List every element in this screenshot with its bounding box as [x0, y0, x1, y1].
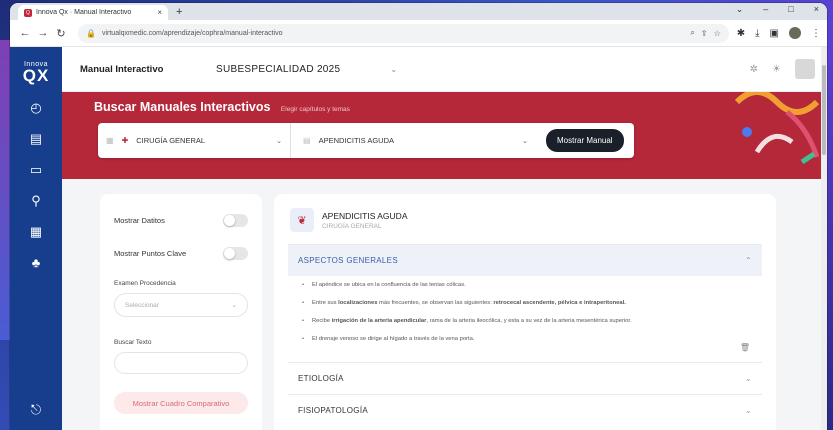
site-info-icon[interactable]: 🔒 [86, 29, 96, 38]
show-key-points-toggle[interactable] [223, 247, 248, 260]
profile-avatar[interactable] [789, 27, 801, 39]
section-header-general[interactable]: ASPECTOS GENERALES ⌃ [288, 245, 762, 276]
banner-decoration [734, 92, 820, 165]
header-actions: ✲ ☀ [750, 59, 815, 79]
address-bar: ← → ↻ 🔒 virtualqxmedic.com/aprendizaje/c… [10, 20, 827, 47]
section-general: ASPECTOS GENERALES ⌃ El apéndice se ubic… [288, 244, 762, 362]
user-avatar[interactable] [795, 59, 815, 79]
bookmark-star-icon[interactable]: ☆ [714, 29, 721, 38]
new-tab-button[interactable]: + [176, 5, 182, 20]
specialty-value: CIRUGÍA GENERAL [136, 136, 206, 145]
url-field[interactable]: 🔒 virtualqxmedic.com/aprendizaje/cophra/… [78, 23, 729, 43]
logout-icon[interactable]: ⎋ [31, 402, 41, 418]
compare-table-button[interactable]: Mostrar Cuadro Comparativo [114, 392, 248, 414]
search-banner: Buscar Manuales Interactivos Elegir capí… [62, 92, 827, 179]
monitor-icon[interactable]: ▭ [30, 162, 42, 179]
manual-header: ❦ APENDICITIS AGUDA CIRUGÍA GENERAL [290, 208, 762, 232]
section-title: ASPECTOS GENERALES [298, 256, 398, 265]
window-controls: ⌄ – □ × [736, 4, 819, 15]
zoom-icon[interactable]: ⌕ [690, 28, 694, 38]
book-icon[interactable]: ▤ [30, 131, 42, 148]
show-data-toggle[interactable] [223, 214, 248, 227]
show-key-points-label: Mostrar Puntos Clave [114, 249, 187, 258]
list-item: Entre sus localizaciones más frecuentes,… [302, 300, 748, 307]
dashboard-icon[interactable]: ◴ [30, 100, 41, 117]
share-icon[interactable]: ⇪ [701, 29, 708, 38]
settings-icon[interactable]: ✲ [750, 64, 758, 75]
page-scrollbar[interactable] [821, 47, 827, 430]
app-container: Innova QX ◴ ▤ ▭ ⚲ ▦ ♣ ⎋ Manual Interacti… [10, 47, 827, 430]
manual-title: APENDICITIS AGUDA [322, 210, 408, 221]
url-text: virtualqxmedic.com/aprendizaje/cophra/ma… [101, 29, 283, 37]
show-data-label: Mostrar Datitos [114, 216, 165, 225]
list-icon: ▤ [303, 136, 311, 145]
list-item: Recibe irrigación de la arteria apendicu… [302, 318, 748, 325]
theme-sun-icon[interactable]: ☀ [772, 64, 781, 75]
topic-select[interactable]: ▤ APENDICITIS AGUDA ⌄ [291, 123, 536, 158]
section-etiology: ETIOLOGÍA ⌄ [288, 361, 762, 394]
manual-panel: ❦ APENDICITIS AGUDA CIRUGÍA GENERAL ASPE… [274, 194, 776, 430]
browser-window: Q Innova Qx · Manual Interactivo × + ⌄ –… [10, 3, 827, 430]
chevron-down-icon: ⌄ [744, 405, 752, 415]
exam-select[interactable]: Seleccionar ⌄ [114, 293, 248, 317]
manual-selector: ▦ ✚ CIRUGÍA GENERAL ⌄ ▤ APENDICITIS AGUD… [98, 123, 634, 158]
forward-icon[interactable]: → [34, 27, 52, 39]
manual-subtitle: CIRUGÍA GENERAL [322, 222, 382, 230]
download-icon[interactable]: ⤓ [755, 28, 759, 39]
search-label: Buscar Texto [114, 339, 152, 346]
main-area: Manual Interactivo SUBESPECIALIDAD 2025 … [62, 47, 827, 430]
program-label: SUBESPECIALIDAD 2025 [216, 63, 341, 75]
section-physiopathology: FISIOPATOLOGÍA ⌄ [288, 393, 762, 426]
section-title: ETIOLOGÍA [298, 373, 344, 383]
program-dropdown-icon[interactable]: ⌄ [390, 65, 397, 74]
extensions-icon[interactable]: ✱ [737, 28, 745, 39]
search-input[interactable] [114, 352, 248, 374]
sidepanel-icon[interactable]: ▣ [770, 28, 779, 39]
toolbar-icons: ✱ ⤓ ▣ ⋮ [737, 27, 821, 39]
section-title: FISIOPATOLOGÍA [298, 405, 368, 415]
tab-strip: Q Innova Qx · Manual Interactivo × + ⌄ –… [10, 3, 827, 20]
topic-value: APENDICITIS AGUDA [318, 136, 394, 145]
favicon-icon: Q [24, 8, 32, 17]
filters-panel: Mostrar Datitos Mostrar Puntos Clave Exa… [100, 194, 262, 430]
page-title: Manual Interactivo [80, 63, 164, 75]
logo[interactable]: QX [23, 66, 50, 86]
exam-label: Examen Procedencia [114, 280, 176, 287]
chevron-down-icon: ⌄ [231, 302, 237, 309]
section-body: El apéndice se ubica en la confluencia d… [288, 276, 762, 362]
app-header: Manual Interactivo SUBESPECIALIDAD 2025 … [62, 47, 827, 92]
specialty-select[interactable]: ▦ ✚ CIRUGÍA GENERAL ⌄ [106, 123, 291, 158]
organ-icon: ❦ [290, 208, 314, 232]
tab-title: Innova Qx · Manual Interactivo [36, 9, 132, 16]
left-sidebar: Innova QX ◴ ▤ ▭ ⚲ ▦ ♣ ⎋ [10, 47, 62, 430]
calendar-icon: ▦ [106, 136, 114, 145]
back-icon[interactable]: ← [16, 27, 34, 39]
content-area: Mostrar Datitos Mostrar Puntos Clave Exa… [62, 191, 827, 430]
show-manual-button[interactable]: Mostrar Manual [546, 129, 624, 152]
chevron-down-icon: ⌄ [276, 137, 282, 145]
list-item: El drenaje venoso se dirige al hígado a … [302, 336, 748, 343]
list-item: El apéndice se ubica en la confluencia d… [302, 282, 748, 289]
maximize-button[interactable]: □ [788, 4, 793, 15]
minimize-button[interactable]: – [763, 4, 768, 15]
hierarchy-icon[interactable]: ♣ [32, 255, 41, 272]
banner-title: Buscar Manuales Interactivos [94, 100, 271, 114]
section-header-physiopathology[interactable]: FISIOPATOLOGÍA ⌄ [288, 395, 762, 426]
section-header-etiology[interactable]: ETIOLOGÍA ⌄ [288, 363, 762, 394]
tab-search-icon[interactable]: ⌄ [736, 4, 744, 15]
grid-icon[interactable]: ▦ [30, 224, 42, 241]
chevron-down-icon: ⌄ [744, 373, 752, 383]
pin-icon[interactable]: ⚲ [31, 193, 41, 210]
chevron-up-icon: ⌃ [744, 256, 752, 265]
banner-hint: Elegir capítulos y temas [280, 106, 350, 113]
close-tab-icon[interactable]: × [157, 8, 162, 17]
specialty-icon: ✚ [121, 136, 129, 145]
browser-tab[interactable]: Q Innova Qx · Manual Interactivo × [18, 5, 168, 20]
exam-placeholder: Seleccionar [125, 301, 159, 309]
menu-kebab-icon[interactable]: ⋮ [811, 28, 821, 39]
chevron-down-icon: ⌄ [522, 137, 528, 145]
close-window-button[interactable]: × [814, 4, 819, 15]
trash-icon[interactable]: 🗑 [740, 343, 750, 352]
reload-icon[interactable]: ↻ [52, 27, 70, 40]
